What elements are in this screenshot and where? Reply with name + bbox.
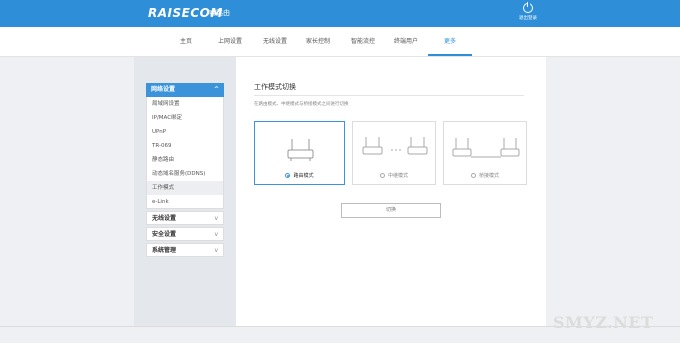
nav-wireless-settings[interactable]: 无线设置 <box>263 36 287 45</box>
mode-option-router[interactable]: 路由模式 <box>255 172 344 179</box>
sidebar-group-label: 网络设置 <box>151 86 176 93</box>
sidebar-item-lan[interactable]: 局域网设置 <box>146 97 224 111</box>
radio-selected-icon <box>285 173 291 178</box>
chevron-down-icon: v <box>214 247 218 254</box>
sidebar-group-label: 系统管理 <box>152 247 177 254</box>
router-icon <box>287 139 314 161</box>
mode-option-bridge[interactable]: 桥接模式 <box>444 172 526 179</box>
sidebar-group-label: 无线设置 <box>152 215 177 222</box>
nav-more[interactable]: 更多 <box>444 36 456 45</box>
radio-unselected-icon <box>470 173 476 178</box>
sidebar-group-security[interactable]: 安全设置 v <box>146 227 224 241</box>
sidebar-item-ddns[interactable]: 动态域名服务(DDNS) <box>146 167 224 181</box>
radio-unselected-icon <box>379 173 385 178</box>
sidebar-group-system[interactable]: 系统管理 v <box>146 243 224 257</box>
nav-smart-qos[interactable]: 智能流控 <box>351 36 375 45</box>
sidebar-item-static-route[interactable]: 静态路由 <box>146 153 224 167</box>
sidebar-item-tr069[interactable]: TR-069 <box>146 139 224 153</box>
main-nav: 主页 上网设置 无线设置 家长控制 智能流控 终端用户 更多 <box>0 27 680 57</box>
sidebar-item-ip-mac[interactable]: IP/MAC绑定 <box>146 111 224 125</box>
mode-label: 桥接模式 <box>478 173 499 179</box>
chevron-down-icon: v <box>214 231 218 238</box>
top-bar: RAISECOM 睿路由 退出登录 <box>0 0 680 27</box>
mode-label: 中继模式 <box>387 173 408 179</box>
bridge-icon <box>452 138 520 158</box>
nav-parental-control[interactable]: 家长控制 <box>306 36 330 45</box>
sidebar-item-work-mode[interactable]: 工作模式 <box>146 181 224 195</box>
chevron-down-icon: v <box>214 215 218 222</box>
watermark: SMYZ.NET <box>553 313 654 332</box>
sidebar-item-elink[interactable]: e-Link <box>146 195 224 209</box>
nav-clients[interactable]: 终端用户 <box>394 36 418 45</box>
repeater-icon <box>362 137 428 155</box>
brand-subtitle: 睿路由 <box>209 9 230 17</box>
mode-card-router[interactable]: 路由模式 <box>254 121 345 185</box>
logout-label: 退出登录 <box>519 16 537 21</box>
switch-button[interactable]: 切换 <box>341 203 441 218</box>
nav-internet-settings[interactable]: 上网设置 <box>218 36 242 45</box>
nav-active-indicator <box>428 54 472 56</box>
nav-home[interactable]: 主页 <box>180 36 192 45</box>
sidebar-group-wireless[interactable]: 无线设置 v <box>146 211 224 225</box>
chevron-up-icon: ^ <box>213 86 219 93</box>
title-divider <box>254 95 524 96</box>
power-icon <box>523 2 533 13</box>
logout-button[interactable]: 退出登录 <box>516 2 540 21</box>
sidebar: 网络设置 ^ 局域网设置 IP/MAC绑定 UPnP TR-069 静态路由 动… <box>146 83 224 257</box>
sidebar-group-label: 安全设置 <box>152 231 177 238</box>
mode-label: 路由模式 <box>293 173 314 179</box>
mode-card-bridge[interactable]: 桥接模式 <box>443 121 527 185</box>
page-description: 在路由模式、中继模式与桥接模式之间进行切换 <box>254 102 349 107</box>
sidebar-item-upnp[interactable]: UPnP <box>146 125 224 139</box>
main-panel <box>236 57 546 326</box>
mode-card-repeater[interactable]: 中继模式 <box>352 121 436 185</box>
mode-option-repeater[interactable]: 中继模式 <box>353 172 435 179</box>
page-title: 工作模式切换 <box>254 83 296 91</box>
sidebar-group-network[interactable]: 网络设置 ^ <box>146 83 224 97</box>
